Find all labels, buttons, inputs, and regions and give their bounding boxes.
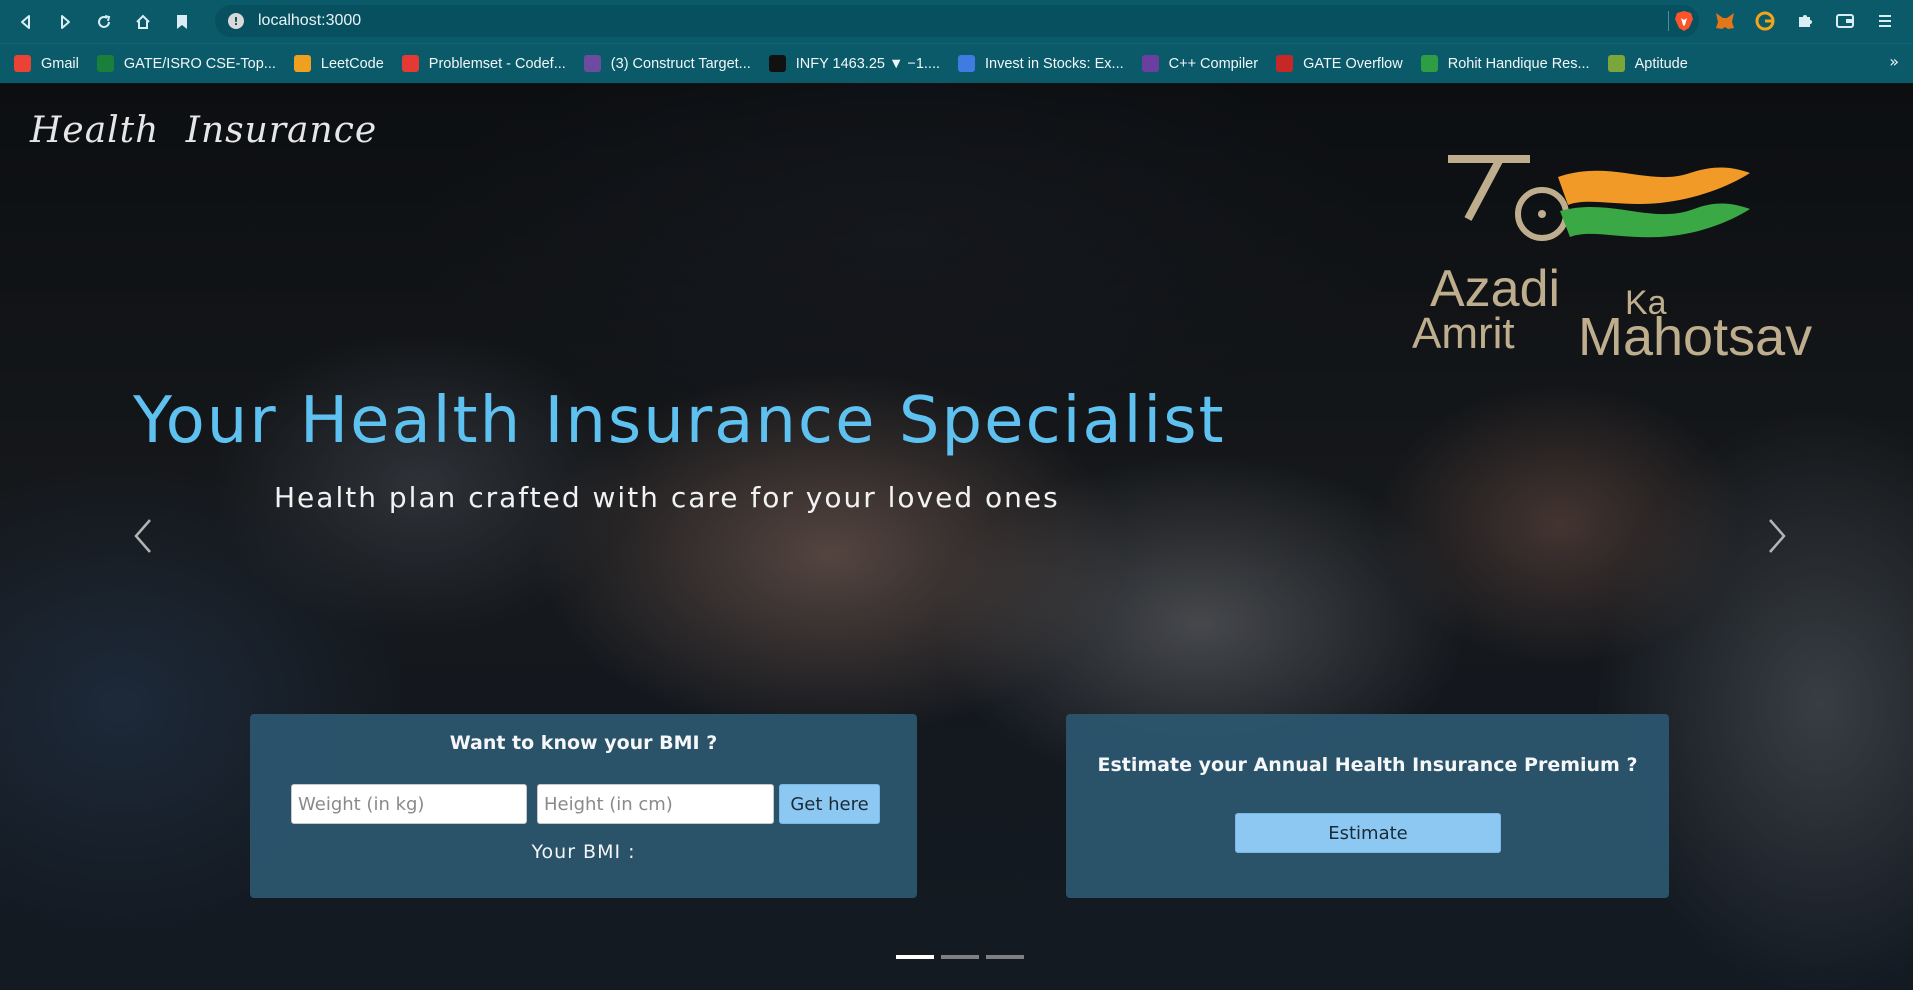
brave-shield-icon[interactable] bbox=[1673, 10, 1695, 32]
get-bmi-button[interactable]: Get here bbox=[779, 784, 880, 824]
back-icon[interactable] bbox=[13, 9, 39, 35]
bookmark-favicon-icon bbox=[96, 55, 114, 72]
bookmark-label: LeetCode bbox=[320, 55, 384, 72]
estimate-premium-card: Estimate your Annual Health Insurance Pr… bbox=[1066, 714, 1669, 898]
home-icon[interactable] bbox=[130, 9, 156, 35]
bookmark-label: Invest in Stocks: Ex... bbox=[985, 55, 1124, 72]
bookmark-label: (3) Construct Target... bbox=[610, 55, 751, 72]
bookmark-item[interactable]: Gmail bbox=[14, 55, 79, 72]
extension-icons bbox=[1712, 8, 1898, 34]
address-separator bbox=[1668, 11, 1669, 31]
estimate-button[interactable]: Estimate bbox=[1235, 813, 1501, 853]
logo-word-amrit: Amrit bbox=[1412, 309, 1515, 358]
estimate-card-title: Estimate your Annual Health Insurance Pr… bbox=[1097, 754, 1638, 776]
bookmark-item[interactable]: Aptitude bbox=[1607, 55, 1688, 72]
hero-title: Your Health Insurance Specialist bbox=[133, 384, 1226, 458]
bookmark-label: Problemset - Codef... bbox=[428, 55, 566, 72]
site-brand[interactable]: Health Insurance bbox=[30, 110, 377, 151]
bookmark-favicon-icon bbox=[768, 55, 786, 72]
bookmark-favicon-icon bbox=[583, 55, 601, 72]
bookmark-label: GATE/ISRO CSE-Top... bbox=[123, 55, 276, 72]
info-icon[interactable]: ! bbox=[228, 13, 244, 29]
bookmark-item[interactable]: GATE Overflow bbox=[1276, 55, 1403, 72]
bookmark-label: Gmail bbox=[41, 55, 79, 72]
menu-icon[interactable] bbox=[1872, 8, 1898, 34]
metamask-icon[interactable] bbox=[1712, 8, 1738, 34]
bookmark-label: Aptitude bbox=[1634, 55, 1688, 72]
reload-icon[interactable] bbox=[91, 9, 117, 35]
bookmark-item[interactable]: Rohit Handique Res... bbox=[1420, 55, 1590, 72]
azadi-ka-amrit-mahotsav-logo: Azadi Ka Amrit Mahotsav bbox=[1412, 139, 1860, 367]
bookmark-item[interactable]: (3) Construct Target... bbox=[583, 55, 751, 72]
bookmark-item[interactable]: INFY 1463.25 ▼ −1.... bbox=[768, 55, 941, 72]
bmi-card-title: Want to know your BMI ? bbox=[449, 732, 718, 754]
carousel-indicators bbox=[896, 955, 1024, 959]
carousel-prev-icon[interactable] bbox=[128, 516, 158, 564]
bookmark-label: INFY 1463.25 ▼ −1.... bbox=[795, 55, 941, 72]
hero-section: Health Insurance Azadi Ka Amrit Mahotsav… bbox=[0, 84, 1913, 990]
bmi-result-label: Your BMI : bbox=[531, 841, 636, 863]
address-bar[interactable]: ! localhost:3000 bbox=[215, 5, 1699, 37]
bookmark-item[interactable]: Problemset - Codef... bbox=[401, 55, 566, 72]
carousel-indicator[interactable] bbox=[941, 955, 979, 959]
hero-subtitle: Health plan crafted with care for your l… bbox=[274, 481, 1060, 514]
carousel-indicator[interactable] bbox=[986, 955, 1024, 959]
bookmark-icon[interactable] bbox=[169, 9, 195, 35]
bookmark-favicon-icon bbox=[401, 55, 419, 72]
bookmarks-bar: Gmail GATE/ISRO CSE-Top... LeetCode Problem… bbox=[0, 43, 1913, 83]
bookmark-item[interactable]: GATE/ISRO CSE-Top... bbox=[96, 55, 276, 72]
wallet-icon[interactable] bbox=[1832, 8, 1858, 34]
grammarly-icon[interactable] bbox=[1752, 8, 1778, 34]
bookmark-favicon-icon bbox=[1276, 55, 1294, 72]
forward-icon[interactable] bbox=[52, 9, 78, 35]
bookmark-item[interactable]: LeetCode bbox=[293, 55, 384, 72]
bookmarks-overflow-icon[interactable]: » bbox=[1889, 52, 1899, 71]
url-text: localhost:3000 bbox=[258, 12, 362, 29]
bookmark-favicon-icon bbox=[293, 55, 311, 72]
bookmark-favicon-icon bbox=[1607, 55, 1625, 72]
bookmark-favicon-icon bbox=[1141, 55, 1159, 72]
carousel-next-icon[interactable] bbox=[1762, 516, 1792, 564]
bookmark-favicon-icon bbox=[958, 55, 976, 72]
height-input[interactable] bbox=[537, 784, 774, 824]
bmi-card: Want to know your BMI ? Get here Your BM… bbox=[250, 714, 917, 898]
weight-input[interactable] bbox=[291, 784, 527, 824]
bookmark-label: GATE Overflow bbox=[1303, 55, 1403, 72]
bookmark-item[interactable]: Invest in Stocks: Ex... bbox=[958, 55, 1124, 72]
puzzle-icon[interactable] bbox=[1792, 8, 1818, 34]
bookmark-label: Rohit Handique Res... bbox=[1447, 55, 1590, 72]
bookmark-item[interactable]: C++ Compiler bbox=[1141, 55, 1259, 72]
carousel-indicator[interactable] bbox=[896, 955, 934, 959]
logo-word-mahotsav: Mahotsav bbox=[1578, 307, 1813, 367]
bookmark-favicon-icon bbox=[1420, 55, 1438, 72]
bookmark-label: C++ Compiler bbox=[1168, 55, 1259, 72]
browser-toolbar: ! localhost:3000 bbox=[0, 0, 1913, 43]
bookmark-favicon-icon bbox=[14, 55, 31, 72]
